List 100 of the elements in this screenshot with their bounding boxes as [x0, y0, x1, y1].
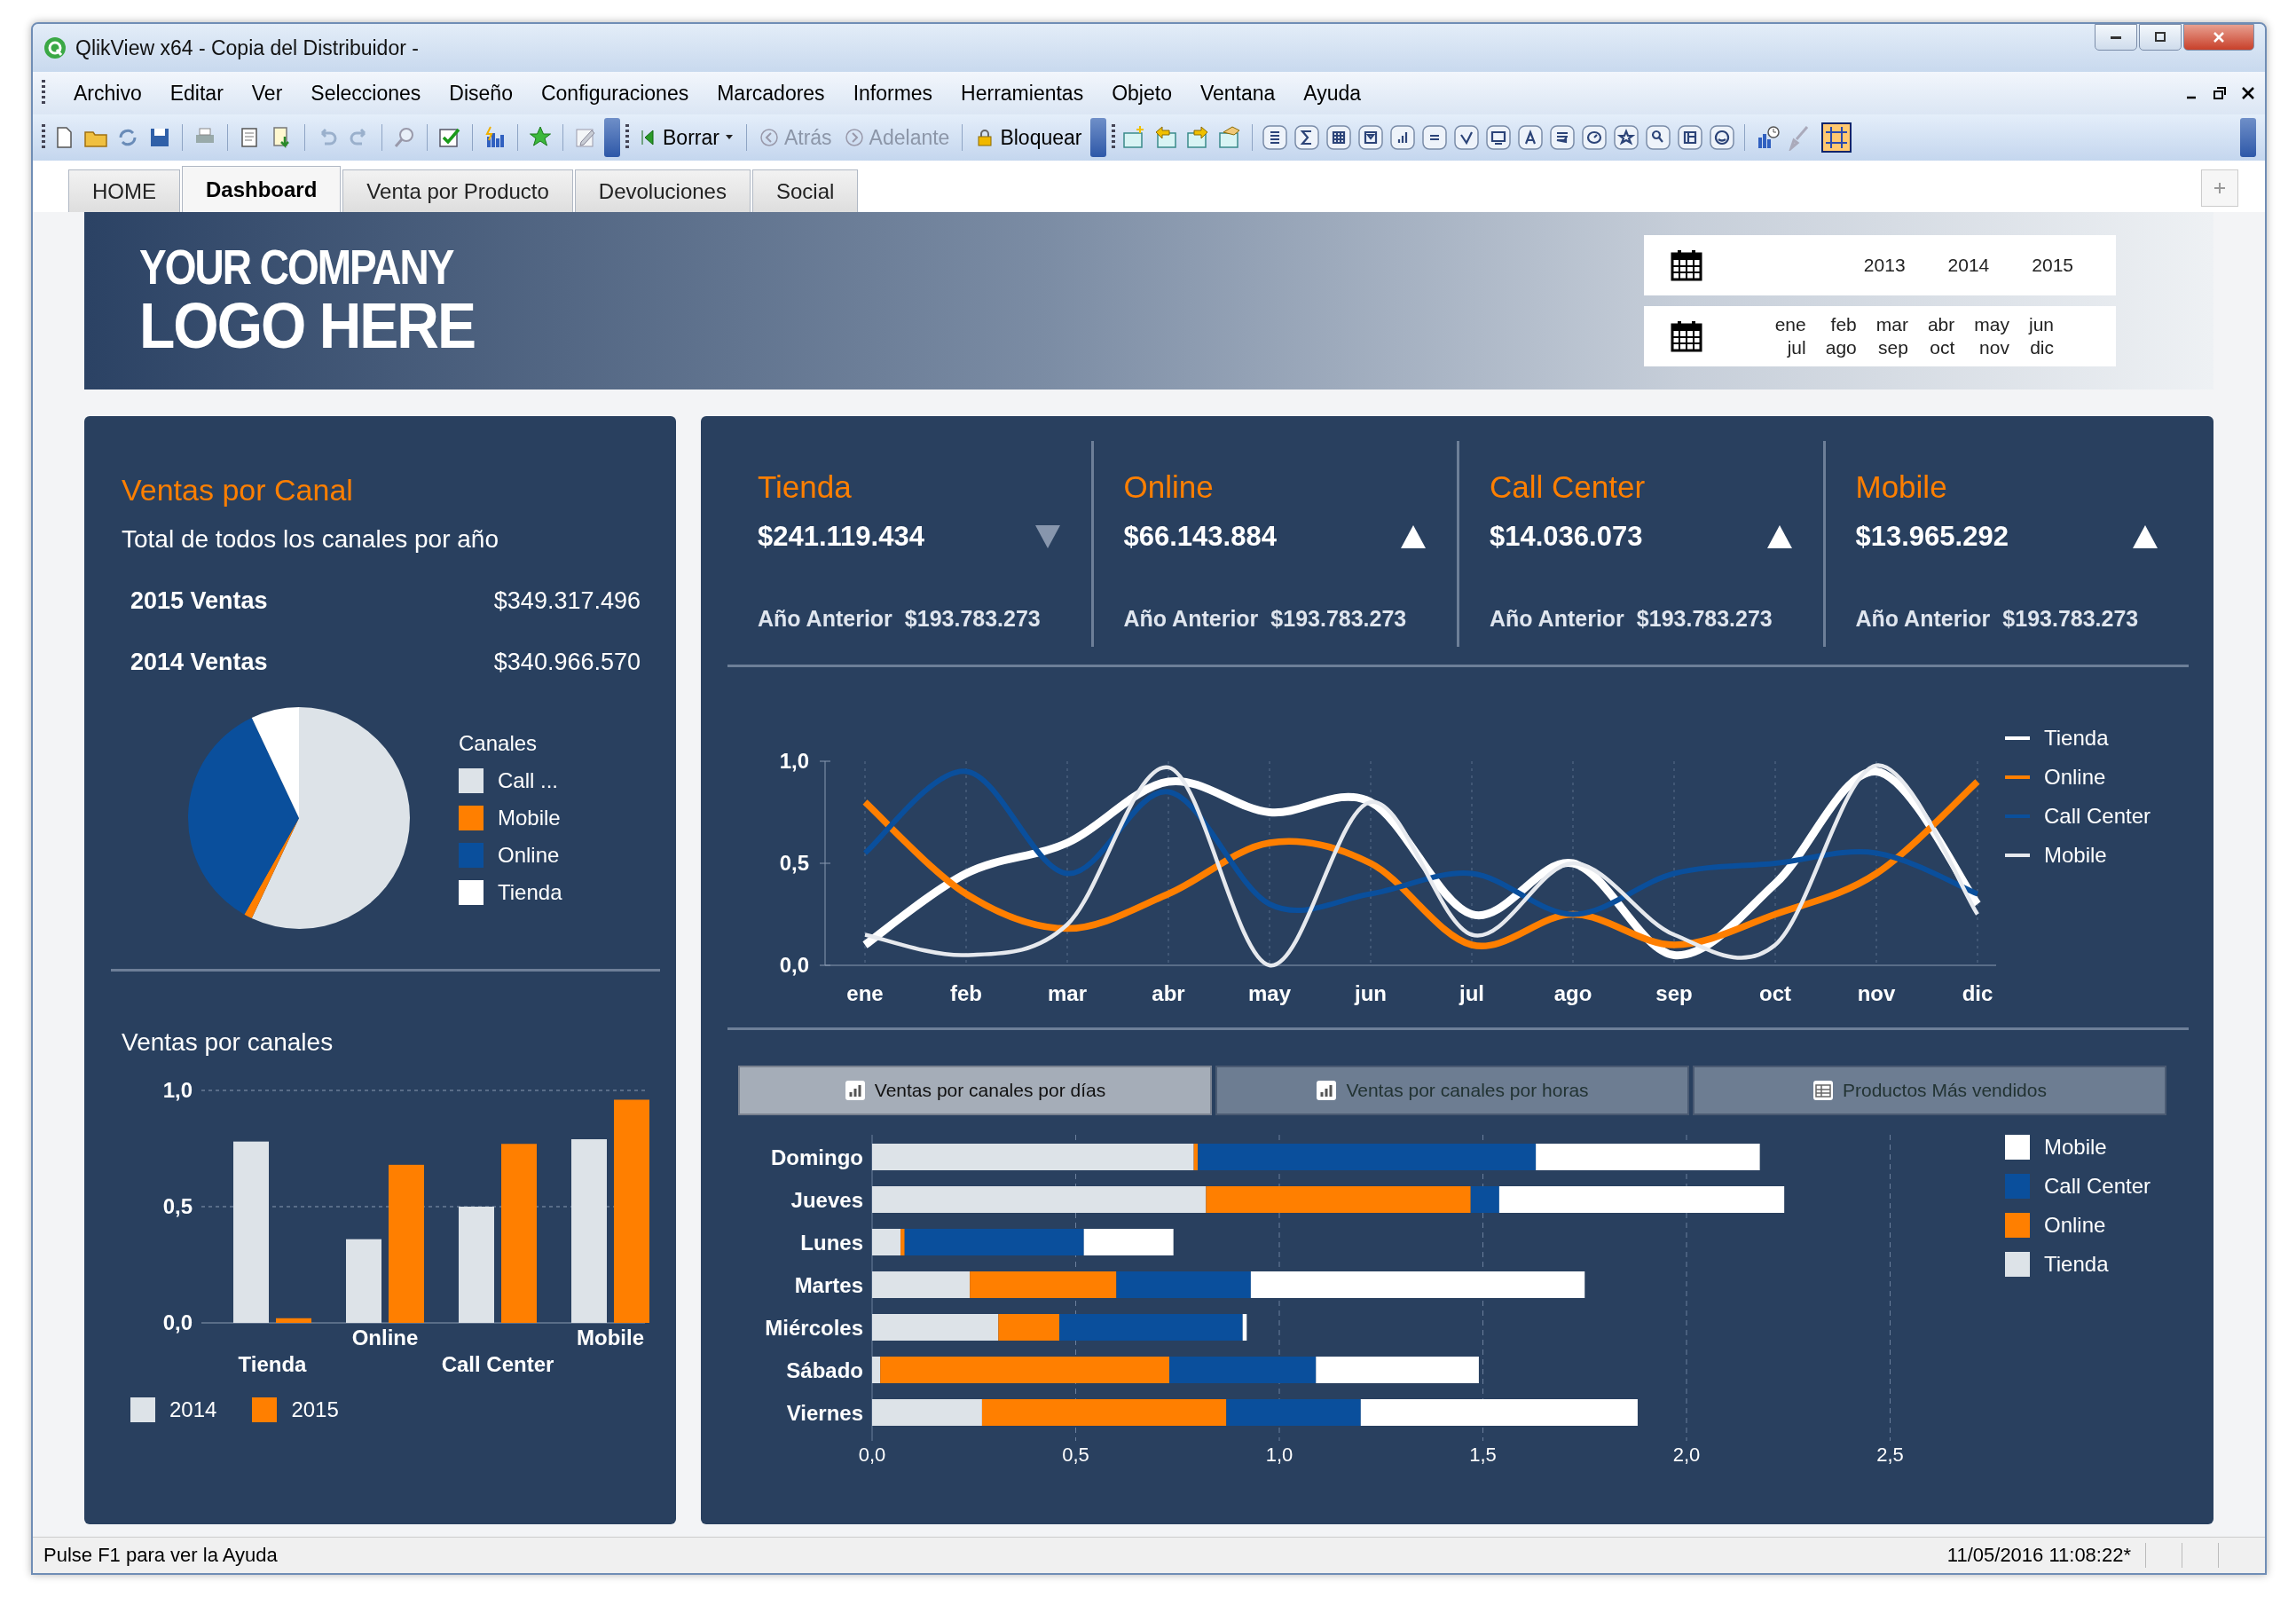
legend-label: Online [2044, 765, 2106, 790]
menu-item[interactable]: Ver [251, 81, 283, 106]
legend-label: Call Center [2044, 1174, 2151, 1199]
sheet-tab[interactable]: Venta por Producto [342, 169, 573, 212]
kpi-value: $13.965.292 [1855, 521, 2009, 553]
axis-tick-label: jul [1459, 981, 1484, 1005]
axis-tick-label: 0,0 [162, 1310, 193, 1334]
menu-item[interactable]: Editar [169, 81, 224, 106]
legend-label: Tienda [2044, 726, 2109, 751]
month-option[interactable]: feb [1825, 313, 1857, 336]
category-label: Martes [794, 1273, 863, 1297]
menu-item[interactable]: Ventana [1199, 81, 1276, 106]
kpi-value: $241.119.434 [758, 521, 924, 553]
menu-item[interactable]: Configuraciones [540, 81, 689, 106]
month-option[interactable]: jun [2028, 313, 2054, 336]
sheet-tab[interactable]: HOME [68, 169, 180, 212]
kpi-title: Call Center [1490, 469, 1647, 505]
axis-tick-label: may [1248, 981, 1291, 1005]
axis-tick-label: 1,0 [1265, 1444, 1293, 1466]
legend-label: Mobile [2044, 843, 2107, 868]
axis-tick-label: 1,0 [162, 1078, 193, 1102]
category-label: Online [351, 1326, 419, 1349]
menu-item[interactable]: Marcadores [717, 81, 825, 106]
category-label: Call Center [441, 1352, 554, 1376]
previous-year-value: $193.783.273 [2002, 606, 2139, 632]
legend-title: Canales [459, 731, 539, 756]
sheet-tab[interactable]: Devoluciones [574, 169, 751, 212]
axis-tick-label: 0,5 [1062, 1444, 1089, 1466]
kpi-title: Mobile [1855, 469, 1948, 505]
month-option[interactable]: mar [1875, 313, 1908, 336]
month-option[interactable]: may [1974, 313, 2009, 336]
kpi-value: $14.036.073 [1490, 521, 1643, 553]
previous-year-value: $193.783.273 [1270, 606, 1407, 632]
month-option[interactable]: oct [1927, 336, 1955, 359]
chart-tab[interactable]: Ventas por canales por días [738, 1066, 1212, 1115]
menu-item[interactable]: Objeto [1112, 81, 1172, 106]
axis-tick-label: nov [1857, 981, 1896, 1005]
category-label: Miércoles [765, 1316, 863, 1340]
sheet-tab[interactable]: Social [751, 169, 859, 212]
kpi-value: $66.143.884 [1123, 521, 1277, 553]
month-option[interactable]: nov [1974, 336, 2009, 359]
category-label: Domingo [771, 1145, 863, 1169]
sheet-tab[interactable]: Dashboard [182, 166, 342, 212]
previous-year-label: Año Anterior [1855, 606, 1991, 632]
kpi-title: Tienda [758, 469, 853, 505]
axis-tick-label: dic [1962, 981, 1993, 1005]
category-label: Mobile [577, 1326, 644, 1349]
category-label: Lunes [800, 1231, 863, 1255]
legend-label: Call Center [2044, 804, 2151, 829]
axis-tick-label: 2,0 [1672, 1444, 1701, 1466]
axis-tick-label: 0,0 [779, 953, 809, 977]
legend-label: Mobile [2044, 1135, 2107, 1160]
axis-tick-label: mar [1048, 981, 1087, 1005]
total-label: 2014 Ventas [130, 649, 268, 676]
axis-tick-label: 0,5 [779, 851, 809, 875]
month-option[interactable]: abr [1927, 313, 1955, 336]
category-label: Tienda [238, 1352, 307, 1376]
previous-year-label: Año Anterior [758, 606, 892, 632]
month-option[interactable]: sep [1875, 336, 1908, 359]
axis-tick-label: ene [846, 981, 884, 1005]
year-option[interactable]: 2014 [1947, 254, 1990, 277]
total-value: $349.317.496 [493, 587, 641, 615]
menu-item[interactable]: Herramientas [961, 81, 1084, 106]
legend-label: Call ... [498, 768, 558, 793]
total-label: 2015 Ventas [130, 587, 268, 615]
category-label: Jueves [790, 1188, 863, 1212]
month-option[interactable]: dic [2028, 336, 2054, 359]
menu-item[interactable]: Ayuda [1303, 81, 1362, 106]
menu-item[interactable]: Diseño [449, 81, 513, 106]
menu-item[interactable]: Informes [853, 81, 933, 106]
legend-label: Online [498, 843, 560, 868]
toolbar-button[interactable]: Borrar [634, 125, 737, 150]
axis-tick-label: 0,0 [858, 1444, 886, 1466]
axis-tick-label: abr [1152, 981, 1185, 1005]
logo-text: YOUR COMPANY [139, 242, 454, 292]
year-option[interactable]: 2013 [1863, 254, 1906, 277]
panel-title: Ventas por Canal [122, 473, 354, 508]
window-title: QlikView x64 - Copia del Distribuidor - [75, 35, 419, 60]
chart-title: Ventas por canales [122, 1028, 334, 1057]
month-option[interactable]: jul [1774, 336, 1806, 359]
axis-tick-label: 1,0 [779, 749, 809, 773]
legend-label: Tienda [2044, 1252, 2109, 1277]
menu-item[interactable]: Selecciones [311, 81, 421, 106]
axis-tick-label: 0,5 [162, 1194, 193, 1218]
month-option[interactable]: ago [1825, 336, 1857, 359]
previous-year-value: $193.783.273 [904, 606, 1041, 632]
legend-label: Mobile [498, 806, 561, 830]
category-label: Viernes [786, 1401, 863, 1425]
kpi-title: Online [1123, 469, 1215, 505]
menu-item[interactable]: Archivo [74, 81, 142, 106]
toolbar-button[interactable]: Bloquear [971, 125, 1086, 150]
status-text: Pulse F1 para ver la Ayuda [43, 1544, 278, 1567]
axis-tick-label: 2,5 [1876, 1444, 1904, 1466]
axis-tick-label: ago [1553, 981, 1592, 1005]
axis-tick-label: 1,5 [1469, 1444, 1497, 1466]
year-option[interactable]: 2015 [2032, 254, 2073, 277]
logo-text: LOGO HERE [139, 293, 476, 358]
month-option[interactable]: ene [1774, 313, 1806, 336]
legend-label: Online [2044, 1213, 2106, 1238]
legend-label: 2015 [291, 1397, 339, 1422]
